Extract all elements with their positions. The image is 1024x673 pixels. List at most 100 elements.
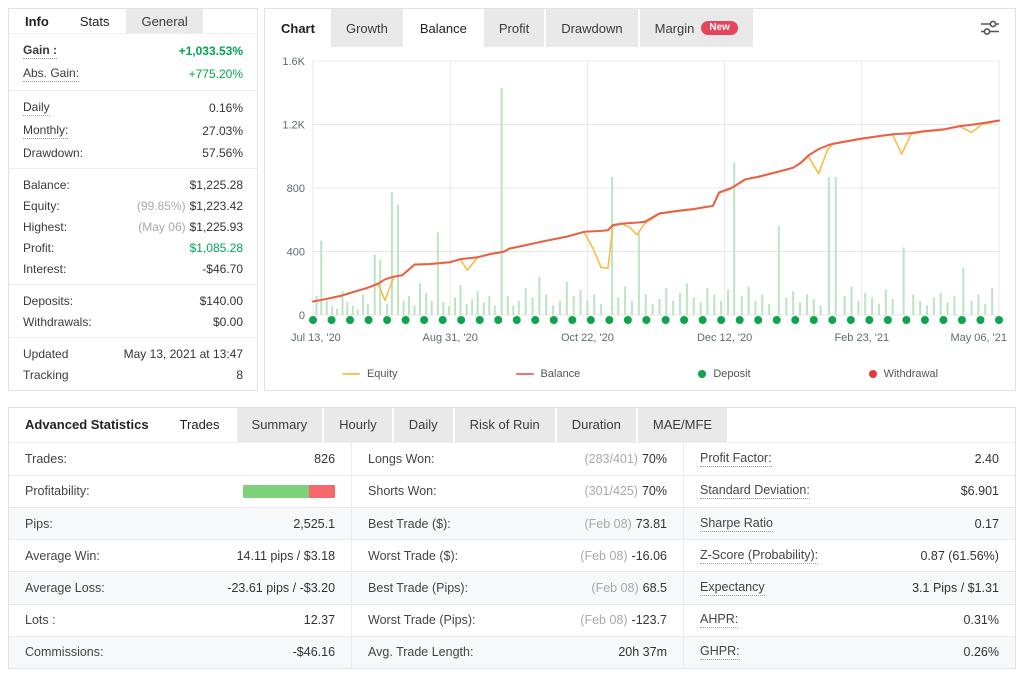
info-row-gain: Gain :+1,033.53% bbox=[9, 39, 257, 62]
legend-deposit[interactable]: Deposit bbox=[698, 368, 750, 380]
tab-drawdown[interactable]: Drawdown bbox=[546, 9, 637, 47]
lot-bar bbox=[425, 293, 427, 315]
lot-bar bbox=[357, 309, 359, 315]
lot-bar bbox=[940, 293, 942, 315]
info-group-2: Daily0.16%Monthly:27.03%Drawdown:57.56% bbox=[9, 91, 257, 169]
chart-legend: Equity Balance Deposit Withdrawal bbox=[265, 360, 1015, 388]
lot-bar bbox=[713, 294, 715, 315]
stat-label-sharpe-ratio[interactable]: Sharpe Ratio bbox=[700, 516, 773, 532]
stat-label-profit-factor[interactable]: Profit Factor: bbox=[700, 451, 772, 467]
lot-bar bbox=[352, 305, 354, 315]
stat-label-z-score-probability[interactable]: Z-Score (Probability): bbox=[700, 548, 818, 564]
muted-prefix: (Feb 08) bbox=[580, 613, 627, 627]
tab-label: Profit bbox=[499, 21, 529, 36]
lot-bar bbox=[768, 304, 770, 315]
lot-bar bbox=[431, 301, 433, 315]
lot-bar bbox=[538, 277, 540, 315]
deposit-dot bbox=[513, 316, 521, 324]
stat-label-expectancy[interactable]: Expectancy bbox=[700, 580, 765, 596]
info-group-1: Gain :+1,033.53%Abs. Gain:+775.20% bbox=[9, 34, 257, 91]
tab-mae-mfe[interactable]: MAE/MFE bbox=[638, 408, 727, 442]
deposit-dot bbox=[884, 316, 892, 324]
deposit-dot bbox=[791, 316, 799, 324]
stat-label-avg-trade-length: Avg. Trade Length: bbox=[368, 645, 473, 659]
tab-general[interactable]: General bbox=[126, 9, 202, 33]
lot-bar bbox=[501, 88, 503, 315]
lot-bar bbox=[857, 301, 859, 315]
lot-bar bbox=[532, 298, 534, 315]
lot-bar bbox=[488, 296, 490, 315]
deposit-dot bbox=[383, 316, 391, 324]
stat-label-average-loss: Average Loss: bbox=[25, 581, 105, 595]
stat-avg-trade-length: Avg. Trade Length:20h 37m bbox=[351, 637, 683, 668]
chart-settings-button[interactable] bbox=[965, 9, 1015, 47]
lot-bar bbox=[700, 302, 702, 315]
info-value-monthly: 27.03% bbox=[202, 124, 243, 138]
stat-label-ahpr[interactable]: AHPR: bbox=[700, 612, 738, 628]
lot-bar bbox=[617, 298, 619, 315]
lot-bar bbox=[672, 301, 674, 315]
tab-risk-of-ruin[interactable]: Risk of Ruin bbox=[455, 408, 555, 442]
lot-bar bbox=[947, 302, 949, 315]
stat-label-ghpr[interactable]: GHPR: bbox=[700, 644, 740, 660]
stat-value-average-win: 14.11 pips / $3.18 bbox=[237, 549, 335, 563]
info-value-updated: May 13, 2021 at 13:47 bbox=[124, 347, 243, 361]
info-label-daily[interactable]: Daily bbox=[23, 100, 50, 116]
info-label-gain[interactable]: Gain : bbox=[23, 43, 57, 59]
legend-swatch-balance bbox=[516, 373, 534, 375]
chart-panel: Chart GrowthBalanceProfitDrawdownMarginN… bbox=[264, 8, 1016, 391]
tab-stats[interactable]: Stats bbox=[65, 9, 125, 33]
tab-duration[interactable]: Duration bbox=[557, 408, 636, 442]
legend-equity[interactable]: Equity bbox=[342, 368, 398, 380]
lot-bar bbox=[471, 299, 473, 315]
deposit-dot bbox=[328, 316, 336, 324]
lot-bar bbox=[593, 294, 595, 315]
lot-bar bbox=[813, 299, 815, 315]
tab-trades[interactable]: Trades bbox=[165, 408, 235, 442]
tab-profit[interactable]: Profit bbox=[484, 9, 544, 47]
info-group-3: Balance:$1,225.28Equity:(99.85%)$1,223.4… bbox=[9, 169, 257, 285]
info-label-balance: Balance: bbox=[23, 178, 70, 192]
stat-label-standard-deviation[interactable]: Standard Deviation: bbox=[700, 483, 810, 499]
stat-value-commissions: -$46.16 bbox=[293, 645, 335, 659]
deposit-dot bbox=[736, 316, 744, 324]
stat-value-profit-factor: 2.40 bbox=[975, 452, 999, 466]
y-tick-label: 0 bbox=[299, 310, 305, 322]
info-label-drawdown: Drawdown: bbox=[23, 146, 83, 160]
info-panel: Info StatsGeneral Gain :+1,033.53%Abs. G… bbox=[8, 8, 258, 391]
lot-bar bbox=[686, 283, 688, 315]
tab-margin[interactable]: MarginNew bbox=[640, 9, 753, 47]
x-tick-label: Aug 31, '20 bbox=[423, 332, 478, 344]
legend-balance[interactable]: Balance bbox=[516, 368, 581, 380]
tab-summary[interactable]: Summary bbox=[237, 408, 323, 442]
muted-prefix: (Feb 08) bbox=[591, 581, 638, 595]
tab-growth[interactable]: Growth bbox=[331, 9, 403, 47]
muted-prefix: (Feb 08) bbox=[584, 517, 631, 531]
stat-value-ghpr: 0.26% bbox=[964, 645, 999, 659]
lot-bar bbox=[367, 304, 369, 315]
tab-hourly[interactable]: Hourly bbox=[324, 408, 392, 442]
info-label-tracking: Tracking bbox=[23, 368, 69, 382]
muted-prefix: (May 06) bbox=[138, 220, 185, 234]
deposit-dot bbox=[699, 316, 707, 324]
lot-bar bbox=[828, 177, 830, 315]
lot-bar bbox=[442, 302, 444, 315]
chart-area[interactable]: 04008001.2K1.6KJul 13, '20Aug 31, '20Oct… bbox=[265, 47, 1015, 360]
lot-bar bbox=[962, 267, 964, 315]
info-group-5: UpdatedMay 13, 2021 at 13:47Tracking8 bbox=[9, 338, 257, 390]
legend-swatch-deposit bbox=[698, 370, 706, 378]
info-label-monthly[interactable]: Monthly: bbox=[23, 123, 68, 139]
deposit-dot bbox=[309, 316, 317, 324]
tab-daily[interactable]: Daily bbox=[394, 408, 453, 442]
lot-bar bbox=[706, 288, 708, 315]
deposit-dot bbox=[439, 316, 447, 324]
lot-bar bbox=[885, 290, 887, 315]
lot-bar bbox=[414, 305, 416, 315]
lot-bar bbox=[437, 232, 439, 315]
lot-bar bbox=[679, 293, 681, 315]
deposit-dot bbox=[717, 316, 725, 324]
legend-withdrawal[interactable]: Withdrawal bbox=[869, 368, 938, 380]
info-row-tracking: Tracking8 bbox=[9, 364, 257, 385]
info-label-abs-gain[interactable]: Abs. Gain: bbox=[23, 66, 79, 82]
tab-balance[interactable]: Balance bbox=[405, 9, 482, 47]
